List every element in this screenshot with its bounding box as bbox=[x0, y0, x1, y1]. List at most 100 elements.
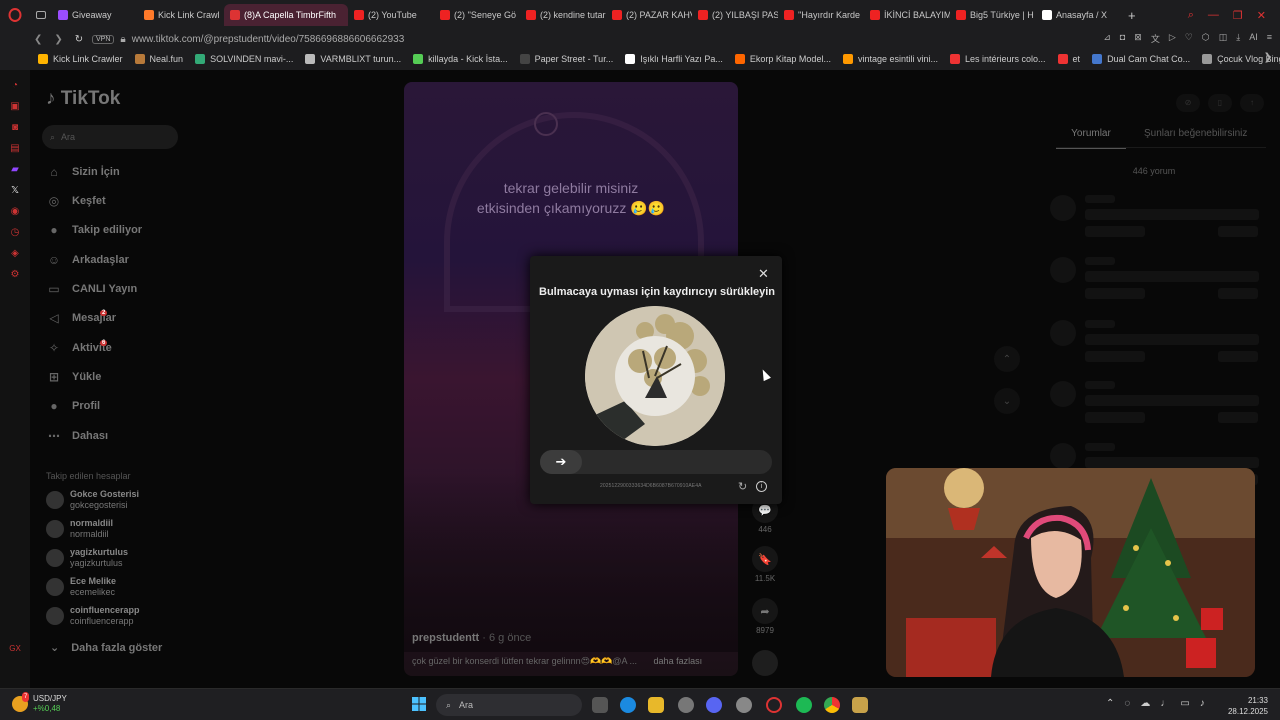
followed-account[interactable]: yagizkurtulus yagizkurtulus bbox=[46, 547, 128, 569]
clock[interactable]: 21:33 28.12.2025 bbox=[1224, 695, 1268, 717]
file-explorer-icon[interactable] bbox=[648, 697, 664, 713]
sidebar-aria-icon[interactable]: ◔ bbox=[12, 80, 18, 91]
more-link[interactable]: daha fazlası bbox=[654, 656, 703, 666]
nav-item[interactable]: ⋯ Dahası bbox=[46, 428, 108, 444]
browser-tab[interactable]: Big5 Türkiye | H bbox=[950, 4, 1036, 26]
device-icon[interactable]: ▯ bbox=[1208, 94, 1232, 112]
nav-item[interactable]: ◁ 2 Mesajlar bbox=[46, 310, 116, 326]
camera-icon[interactable]: ◘ bbox=[1120, 32, 1125, 45]
previous-video-button[interactable]: ⌃ bbox=[994, 346, 1020, 372]
wallet-icon[interactable]: ◫ bbox=[1219, 32, 1228, 45]
maximize-button[interactable]: ❐ bbox=[1233, 9, 1243, 22]
edge-icon[interactable] bbox=[620, 697, 636, 713]
bookmark-item[interactable]: et bbox=[1052, 54, 1087, 64]
video-action[interactable]: ➦ 8979 bbox=[752, 598, 778, 635]
browser-tab[interactable]: (2) YILBAŞI PAS bbox=[692, 4, 778, 26]
refresh-icon[interactable]: ↻ bbox=[738, 480, 747, 493]
video-author[interactable]: prepstudentt · 6 g önce bbox=[412, 632, 531, 644]
bookmarks-more-icon[interactable]: ❯ bbox=[1264, 52, 1272, 63]
task-view-icon[interactable] bbox=[592, 697, 608, 713]
browser-tab[interactable]: (2) PAZAR KAHV bbox=[606, 4, 692, 26]
bookmark-item[interactable]: Dual Cam Chat Co... bbox=[1086, 54, 1196, 64]
tab-suggested[interactable]: Şunları beğenebilirsiniz bbox=[1144, 128, 1247, 149]
browser-tab[interactable]: Kick Link Crawl bbox=[138, 4, 224, 26]
spotify-icon[interactable] bbox=[796, 697, 812, 713]
sidebar-history-icon[interactable]: ◷ bbox=[11, 227, 20, 238]
download-icon[interactable]: ⤓ bbox=[1236, 32, 1240, 45]
nav-item[interactable]: ⌂ Sizin İçin bbox=[46, 164, 119, 180]
bookmark-item[interactable]: vintage esintili vini... bbox=[837, 54, 944, 64]
video-action[interactable]: 🔖 11.5K bbox=[752, 546, 778, 583]
nav-item[interactable]: ✧ 6 Aktivite bbox=[46, 340, 112, 356]
browser-tab[interactable]: (2) YouTube bbox=[348, 4, 434, 26]
bookmark-item[interactable]: SOLVINDEN mavi-... bbox=[189, 54, 299, 64]
browser-tab[interactable]: İKİNCİ BALAYIM bbox=[864, 4, 950, 26]
mic-icon[interactable]: ♩ bbox=[1160, 698, 1170, 709]
close-button[interactable]: ✕ bbox=[758, 266, 769, 282]
settings-icon[interactable]: ⊘ bbox=[1176, 94, 1200, 112]
start-icon[interactable] bbox=[412, 697, 426, 711]
browser-tab[interactable]: ''Hayırdır Karde bbox=[778, 4, 864, 26]
search-input[interactable]: ⌕ Ara bbox=[42, 125, 178, 149]
volume-icon[interactable]: ♪ bbox=[1200, 698, 1205, 709]
nav-item[interactable]: ● Profil bbox=[46, 398, 100, 414]
chrome-icon[interactable] bbox=[824, 697, 840, 713]
show-more-button[interactable]: ⌄ Daha fazla göster bbox=[50, 641, 162, 654]
browser-tab[interactable]: Anasayfa / X bbox=[1036, 4, 1122, 26]
opera-gx-icon[interactable] bbox=[766, 697, 782, 713]
slider-handle[interactable]: ➔ bbox=[540, 450, 582, 474]
reload-icon[interactable]: ↻ bbox=[75, 34, 83, 45]
discord-icon[interactable] bbox=[706, 697, 722, 713]
tab-workspaces[interactable] bbox=[30, 4, 52, 26]
next-video-button[interactable]: ⌄ bbox=[994, 388, 1020, 414]
bookmark-item[interactable]: Ekorp Kitap Model... bbox=[729, 54, 837, 64]
bookmark-item[interactable]: Les intérieurs colo... bbox=[944, 54, 1052, 64]
sidebar-crypto-icon[interactable]: ▣ bbox=[10, 101, 19, 112]
followed-account[interactable]: Ece Melike ecemelikec bbox=[46, 576, 116, 598]
translate-icon[interactable]: 文 bbox=[1151, 32, 1160, 45]
cloud-icon[interactable]: ☁ bbox=[1140, 698, 1150, 709]
back-icon[interactable]: ❮ bbox=[34, 34, 42, 45]
browser-tab[interactable]: (2) kendine tutar bbox=[520, 4, 606, 26]
shield-icon[interactable]: ⊠ bbox=[1134, 32, 1142, 45]
league-icon[interactable] bbox=[852, 697, 868, 713]
vpn-badge[interactable]: VPN bbox=[92, 34, 115, 44]
search-tabs-icon[interactable]: ⌕ bbox=[1188, 9, 1194, 22]
browser-tab[interactable]: (8)A Capella TimbrFifth bbox=[224, 4, 348, 26]
bookmark-item[interactable]: killayda - Kick İsta... bbox=[407, 54, 514, 64]
nav-item[interactable]: ☺ Arkadaşlar bbox=[46, 252, 129, 268]
author-name[interactable]: prepstudentt bbox=[412, 632, 479, 644]
forward-icon[interactable]: ❯ bbox=[54, 34, 62, 45]
weather-ticker[interactable]: 7 USD/JPY +%0,48 bbox=[12, 692, 67, 714]
steam-icon[interactable] bbox=[736, 697, 752, 713]
menu-icon[interactable]: ≡ bbox=[1267, 32, 1272, 45]
sidebar-x-icon[interactable]: 𝕏 bbox=[11, 185, 19, 196]
sidebar-settings-icon[interactable]: ⚙ bbox=[11, 269, 20, 280]
network-icon[interactable]: ◌ bbox=[1124, 698, 1130, 709]
nav-item[interactable]: ● Takip ediliyor bbox=[46, 222, 142, 238]
music-disc[interactable] bbox=[752, 650, 778, 678]
chevron-up-icon[interactable]: ⌃ bbox=[1106, 698, 1114, 709]
sidebar-twitch-icon[interactable]: ▰ bbox=[11, 164, 19, 175]
settings-app-icon[interactable] bbox=[678, 697, 694, 713]
minimize-button[interactable]: — bbox=[1208, 9, 1219, 21]
sidebar-gx-icon[interactable]: GX bbox=[9, 644, 21, 653]
tiktok-logo[interactable]: ♪ TikTok bbox=[46, 88, 120, 110]
extensions-icon[interactable]: ⬡ bbox=[1202, 32, 1210, 45]
info-icon[interactable]: i bbox=[756, 481, 767, 492]
new-tab-button[interactable]: + bbox=[1122, 4, 1142, 26]
sidebar-mail-icon[interactable]: ▤ bbox=[10, 143, 19, 154]
play-icon[interactable]: ▷ bbox=[1169, 32, 1176, 45]
nav-item[interactable]: ▭ CANLI Yayın bbox=[46, 281, 137, 297]
browser-tab[interactable]: Giveaway bbox=[52, 4, 138, 26]
followed-account[interactable]: coinfluencerapp coinfluencerapp bbox=[46, 605, 140, 627]
sidebar-pinboard-icon[interactable]: ◈ bbox=[11, 248, 19, 259]
ai-button[interactable]: AI bbox=[1249, 32, 1258, 45]
display-icon[interactable]: ▭ bbox=[1180, 698, 1189, 709]
heart-icon[interactable]: ♡ bbox=[1185, 32, 1193, 45]
nav-item[interactable]: ◎ Keşfet bbox=[46, 193, 106, 209]
nav-item[interactable]: ⊞ Yükle bbox=[46, 369, 101, 385]
followed-account[interactable]: Gokce Gosterisi gokcegosterisi bbox=[46, 489, 139, 511]
followed-account[interactable]: normaldiil normaldiil bbox=[46, 518, 113, 540]
url-field[interactable]: www.tiktok.com/@prepstudentt/video/75866… bbox=[132, 34, 405, 45]
